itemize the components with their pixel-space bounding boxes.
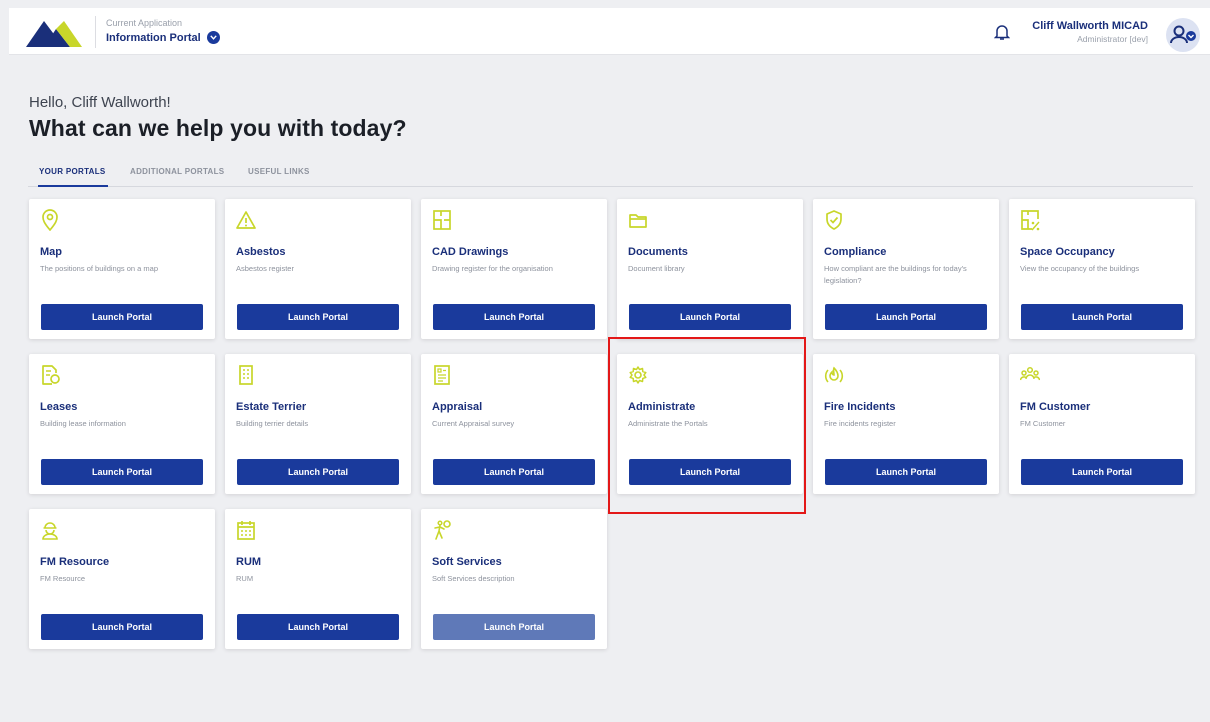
application-name: Information Portal (106, 31, 201, 44)
user-role: Administrator [dev] (1077, 34, 1148, 44)
tab-useful-links[interactable]: USEFUL LINKS (248, 167, 310, 176)
page-title: What can we help you with today? (29, 115, 407, 141)
shield-check-icon (826, 210, 842, 230)
portal-description: FM Resource (40, 574, 86, 583)
portal-description: Building terrier details (236, 419, 309, 428)
portal-tabs: YOUR PORTALS ADDITIONAL PORTALS USEFUL L… (28, 163, 1193, 187)
portal-title: Leases (40, 401, 78, 413)
launch-portal-button-leases[interactable]: Launch Portal (41, 459, 203, 485)
launch-portal-button-fm-customer[interactable]: Launch Portal (1021, 459, 1183, 485)
portal-title: CAD Drawings (432, 246, 509, 258)
portal-card-asbestos: Asbestos Asbestos register Launch Portal (225, 199, 411, 339)
portal-card-space-occupancy: Space Occupancy View the occupancy of th… (1009, 199, 1195, 339)
portal-description: Soft Services description (432, 574, 515, 583)
launch-portal-button-estate-terrier[interactable]: Launch Portal (237, 459, 399, 485)
portal-description: Asbestos register (236, 264, 294, 273)
launch-portal-button-cad-drawings[interactable]: Launch Portal (433, 304, 595, 330)
portal-title: Map (40, 246, 62, 258)
portal-card-estate-terrier: Estate Terrier Building terrier details … (225, 354, 411, 494)
lease-document-icon (42, 365, 60, 385)
portal-card-map: Map The positions of buildings on a map … (29, 199, 215, 339)
user-avatar[interactable] (1166, 18, 1200, 52)
launch-portal-button-rum[interactable]: Launch Portal (237, 614, 399, 640)
portal-title: Compliance (824, 246, 887, 258)
user-name: Cliff Wallworth MICAD (1032, 20, 1148, 32)
worker-icon (42, 522, 58, 540)
greeting: Hello, Cliff Wallworth! (29, 94, 171, 111)
portal-description: Building lease information (40, 419, 126, 428)
tab-additional-portals[interactable]: ADDITIONAL PORTALS (130, 167, 224, 176)
current-application-caption: Current Application (106, 18, 183, 28)
user-menu-icon (1170, 25, 1196, 44)
top-bar: Current Application Information Portal C… (9, 8, 1210, 55)
tab-your-portals[interactable]: YOUR PORTALS (39, 167, 106, 176)
launch-portal-button-fm-resource[interactable]: Launch Portal (41, 614, 203, 640)
launch-portal-button-documents[interactable]: Launch Portal (629, 304, 791, 330)
portal-title: FM Customer (1020, 401, 1091, 413)
portal-title: Appraisal (432, 401, 483, 413)
folder-icon (629, 214, 647, 228)
portal-title: Soft Services (432, 556, 502, 568)
portal-description: Fire incidents register (824, 419, 896, 428)
launch-portal-button-space-occupancy[interactable]: Launch Portal (1021, 304, 1183, 330)
building-icon (239, 365, 253, 385)
fire-icon (824, 366, 844, 383)
portal-description: How compliant are the buildings for toda… (824, 264, 967, 285)
chevron-down-icon[interactable] (206, 31, 220, 44)
floorplan-percent-icon (1021, 210, 1040, 231)
portal-description: FM Customer (1020, 419, 1066, 428)
cleaner-icon (434, 520, 451, 540)
portal-title: Asbestos (236, 246, 286, 258)
people-icon (1020, 366, 1040, 381)
portal-title: Estate Terrier (236, 401, 307, 413)
application-switcher[interactable]: Information Portal (106, 31, 220, 44)
launch-portal-button-soft-services[interactable]: Launch Portal (433, 614, 595, 640)
notification-bell-icon[interactable] (994, 23, 1010, 41)
portal-description: Drawing register for the organisation (432, 264, 553, 273)
portal-title: Space Occupancy (1020, 246, 1115, 258)
launch-portal-button-compliance[interactable]: Launch Portal (825, 304, 987, 330)
portal-card-leases: Leases Building lease information Launch… (29, 354, 215, 494)
survey-icon (434, 365, 450, 385)
launch-portal-button-asbestos[interactable]: Launch Portal (237, 304, 399, 330)
launch-portal-button-fire-incidents[interactable]: Launch Portal (825, 459, 987, 485)
active-tab-indicator (38, 185, 108, 187)
company-logo (26, 21, 82, 47)
portal-card-soft-services: Soft Services Soft Services description … (421, 509, 607, 649)
portal-card-rum: RUM RUM Launch Portal (225, 509, 411, 649)
calendar-icon (237, 521, 255, 540)
portal-card-documents: Documents Document library Launch Portal (617, 199, 803, 339)
portal-title: RUM (236, 556, 262, 568)
launch-portal-button-map[interactable]: Launch Portal (41, 304, 203, 330)
portal-description: View the occupancy of the buildings (1020, 264, 1140, 273)
highlight-box (608, 337, 806, 514)
warning-icon (236, 211, 256, 229)
portal-card-fire-incidents: Fire Incidents Fire incidents register L… (813, 354, 999, 494)
portal-card-appraisal: Appraisal Current Appraisal survey Launc… (421, 354, 607, 494)
portal-card-fm-resource: FM Resource FM Resource Launch Portal (29, 509, 215, 649)
portal-title: Documents (628, 246, 688, 258)
portal-description: Document library (628, 264, 685, 273)
portal-title: FM Resource (40, 556, 110, 568)
portal-card-compliance: Compliance How compliant are the buildin… (813, 199, 999, 339)
portal-description: RUM (236, 574, 254, 583)
portal-title: Fire Incidents (824, 401, 896, 413)
launch-portal-button-appraisal[interactable]: Launch Portal (433, 459, 595, 485)
portal-card-cad-drawings: CAD Drawings Drawing register for the or… (421, 199, 607, 339)
portal-description: Current Appraisal survey (432, 419, 515, 428)
portal-description: The positions of buildings on a map (40, 264, 158, 273)
floorplan-icon (433, 210, 451, 230)
portal-card-fm-customer: FM Customer FM Customer Launch Portal (1009, 354, 1195, 494)
header-divider (95, 16, 96, 48)
map-pin-icon (42, 209, 58, 231)
